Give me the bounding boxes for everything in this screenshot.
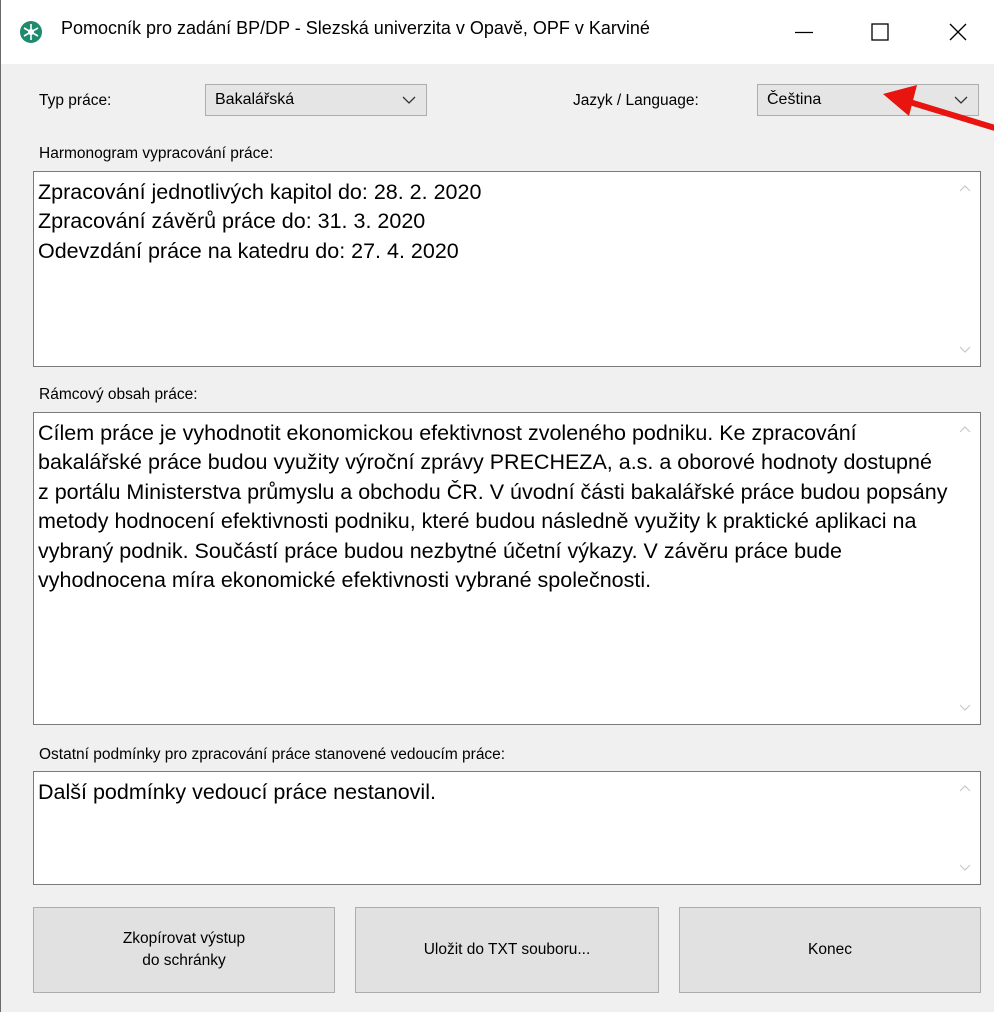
- language-label: Jazyk / Language:: [573, 92, 699, 109]
- content-textarea[interactable]: Cílem práce je vyhodnotit ekonomickou ef…: [33, 412, 981, 725]
- type-label: Typ práce:: [39, 92, 112, 109]
- content-label: Rámcový obsah práce:: [39, 386, 198, 403]
- content-text: Cílem práce je vyhodnotit ekonomickou ef…: [38, 421, 948, 593]
- scroll-down-icon[interactable]: [959, 704, 971, 712]
- copy-to-clipboard-button[interactable]: Zkopírovat výstup do schránky: [33, 907, 335, 993]
- conditions-text: Další podmínky vedoucí práce nestanovil.: [38, 780, 436, 804]
- conditions-label: Ostatní podmínky pro zpracování práce st…: [39, 746, 506, 763]
- conditions-scrollbar[interactable]: [950, 772, 980, 884]
- schedule-textarea[interactable]: Zpracování jednotlivých kapitol do: 28. …: [33, 171, 981, 367]
- chevron-down-icon: [402, 96, 416, 104]
- close-button[interactable]: [913, 0, 994, 64]
- type-select[interactable]: Bakalářská: [205, 84, 427, 116]
- save-txt-button[interactable]: Uložit do TXT souboru...: [355, 907, 659, 993]
- university-logo-icon: [19, 20, 43, 44]
- scroll-up-icon[interactable]: [959, 425, 971, 433]
- app-window: Pomocník pro zadání BP/DP - Slezská univ…: [0, 0, 994, 1012]
- title-bar[interactable]: Pomocník pro zadání BP/DP - Slezská univ…: [1, 0, 994, 64]
- red-annotation-arrow-icon: [883, 85, 994, 131]
- scroll-up-icon[interactable]: [959, 184, 971, 192]
- save-button-label: Uložit do TXT souboru...: [423, 941, 591, 958]
- minimize-icon: [795, 31, 813, 34]
- schedule-label: Harmonogram vypracování práce:: [39, 145, 274, 162]
- conditions-textarea[interactable]: Další podmínky vedoucí práce nestanovil.: [33, 771, 981, 885]
- language-selected-value: Čeština: [767, 91, 822, 108]
- scroll-down-icon[interactable]: [959, 864, 971, 872]
- window-title: Pomocník pro zadání BP/DP - Slezská univ…: [61, 18, 650, 38]
- schedule-scrollbar[interactable]: [950, 172, 980, 366]
- scroll-down-icon[interactable]: [959, 346, 971, 354]
- exit-button[interactable]: Konec: [679, 907, 981, 993]
- content-scrollbar[interactable]: [950, 413, 980, 724]
- maximize-icon: [871, 23, 889, 41]
- maximize-button[interactable]: [835, 0, 925, 64]
- close-icon: [949, 23, 967, 41]
- copy-button-label: Zkopírovat výstup do schránky: [122, 930, 246, 969]
- type-selected-value: Bakalářská: [215, 91, 295, 108]
- exit-button-label: Konec: [808, 941, 852, 958]
- scroll-up-icon[interactable]: [959, 784, 971, 792]
- schedule-text: Zpracování jednotlivých kapitol do: 28. …: [38, 180, 482, 263]
